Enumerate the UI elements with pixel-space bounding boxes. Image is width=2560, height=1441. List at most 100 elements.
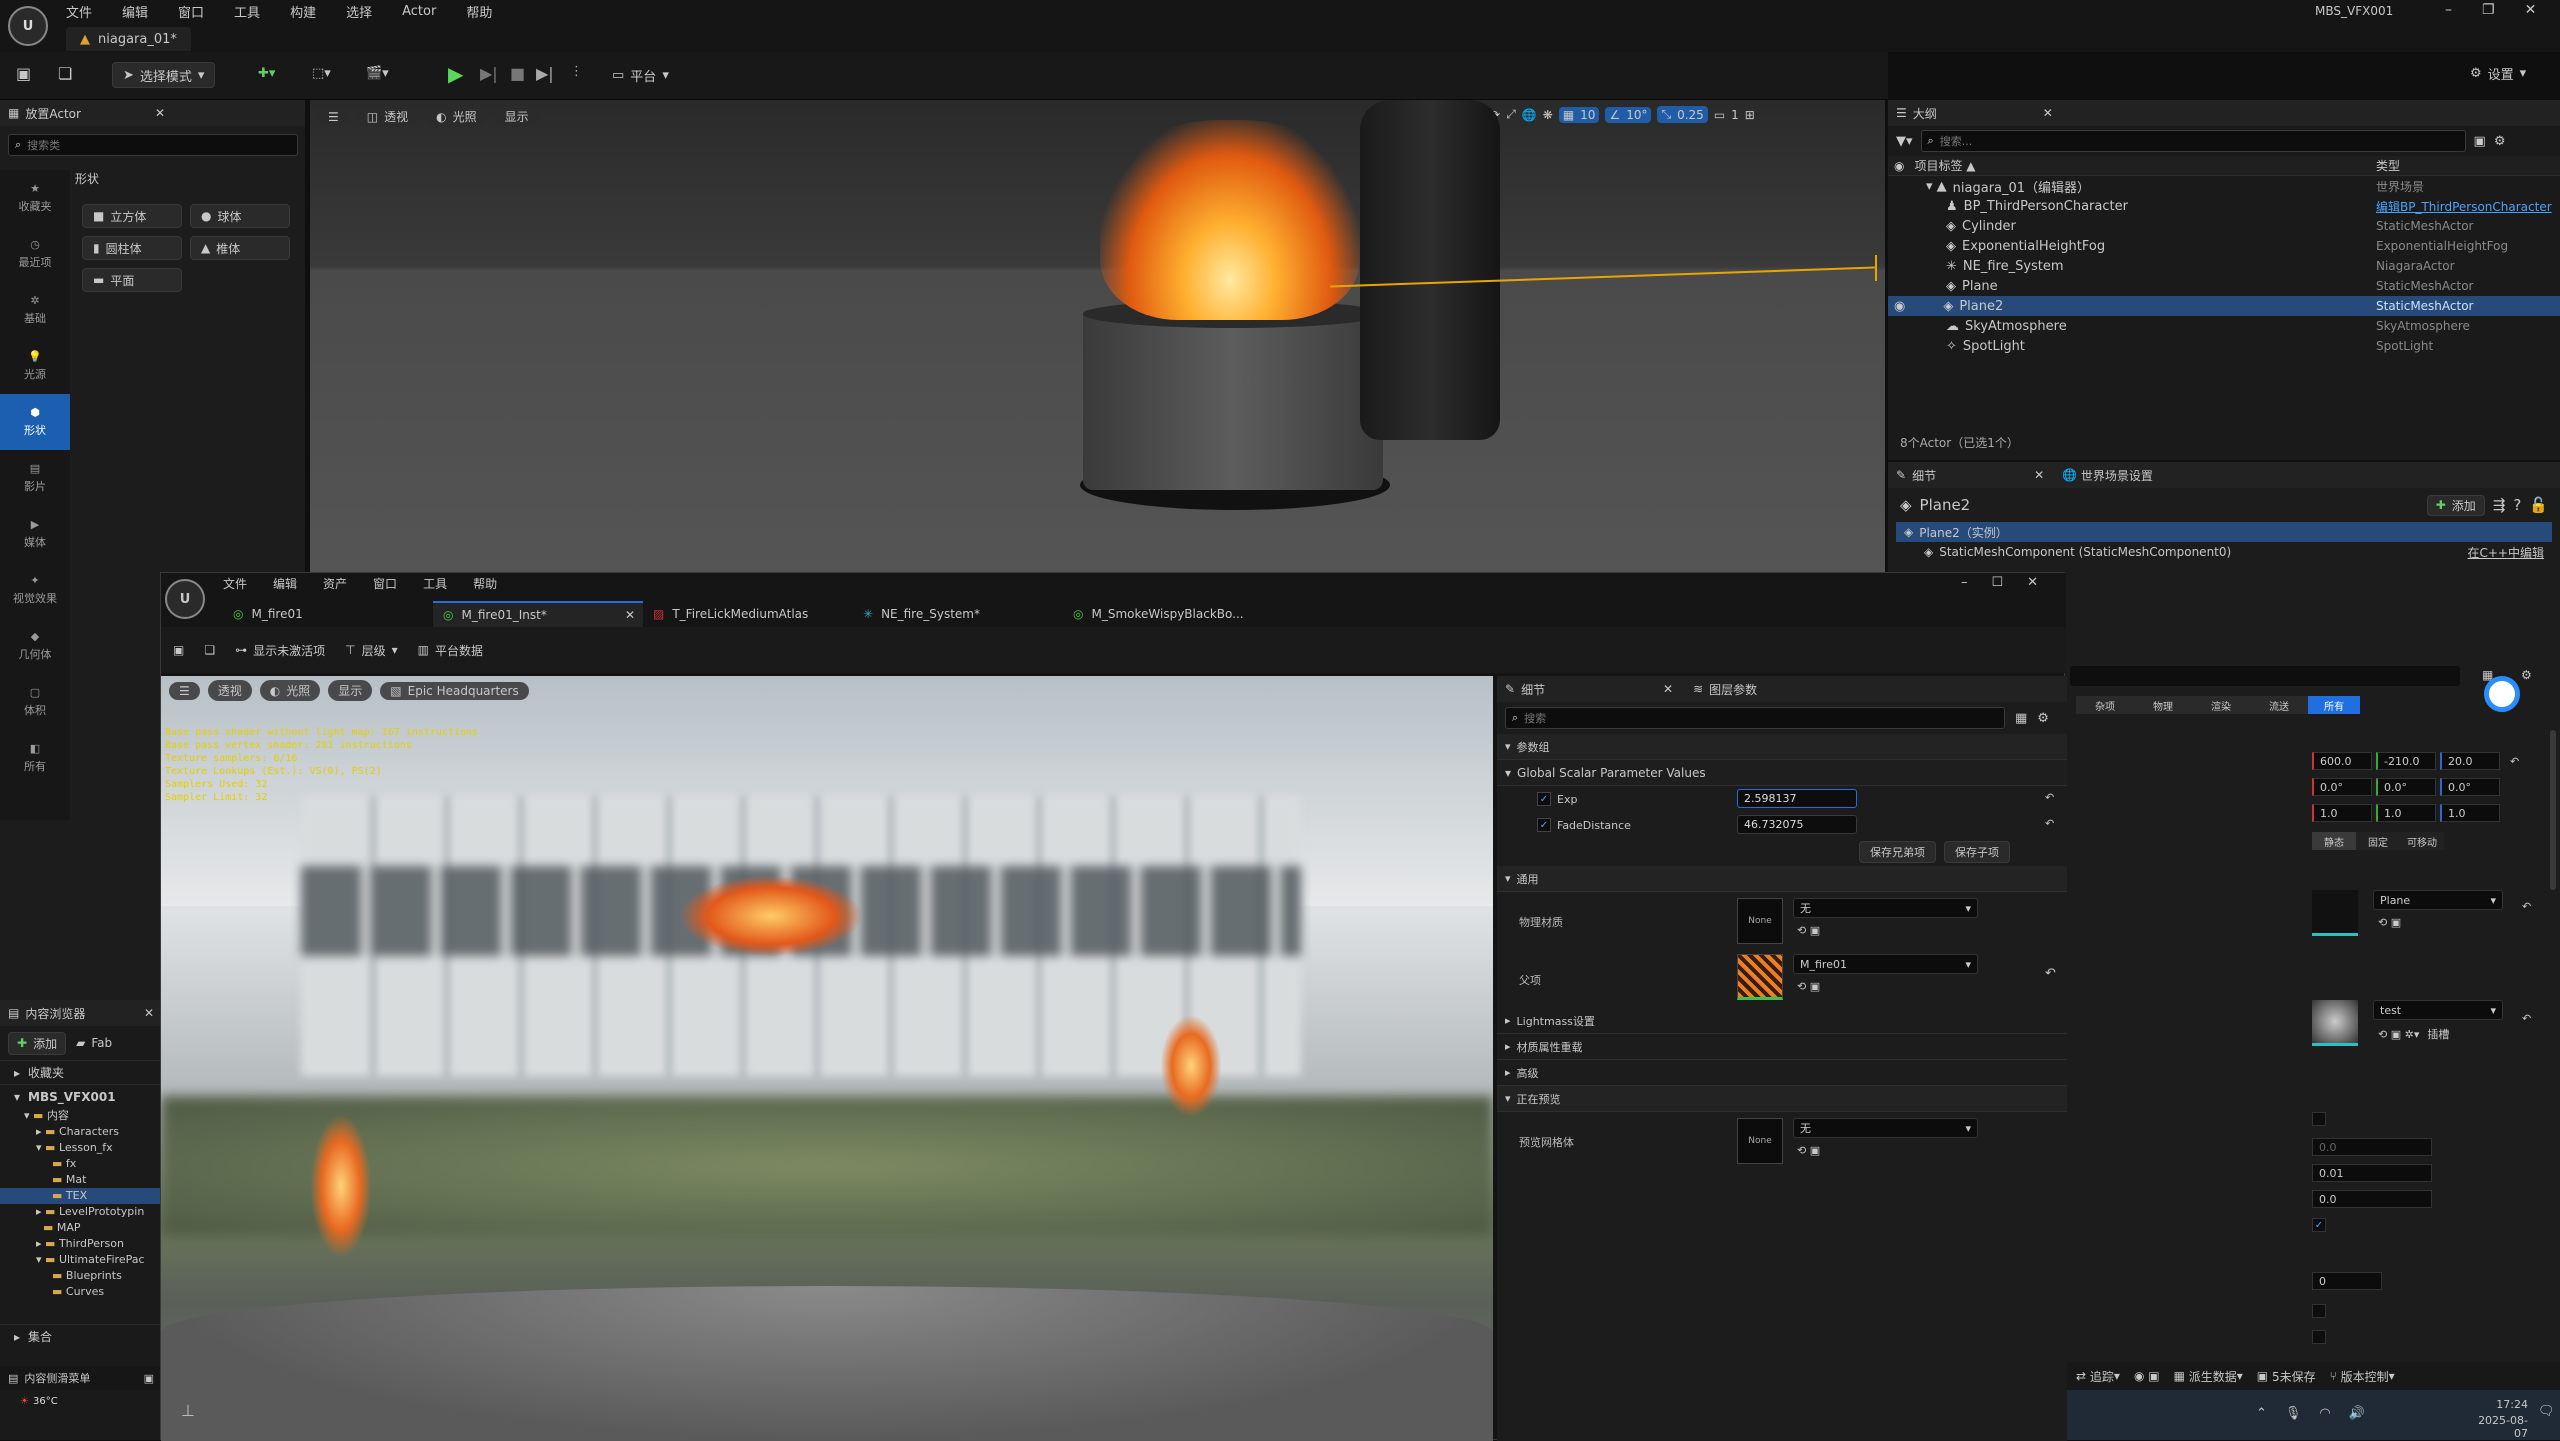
tray-up-icon[interactable]: ⌃ (2256, 1406, 2267, 1421)
nav-all[interactable]: ◧ 所有 (0, 730, 70, 786)
place-actors-tab[interactable]: ▦ 放置Actor ✕ (0, 100, 305, 126)
scale-y[interactable]: 1.0 (2376, 804, 2436, 822)
lit-button[interactable]: ◐ 光照 (259, 680, 321, 701)
browse-asset-icon[interactable]: ⟲ ▣ (2378, 916, 2401, 929)
location-z[interactable]: 20.0 (2440, 752, 2500, 770)
weather-widget[interactable]: ☀ 36°C (20, 1396, 58, 1407)
param-group-section[interactable]: ▾ 参数组 (1497, 734, 2067, 760)
minimize-icon[interactable]: – (2445, 2, 2452, 18)
outliner-row-selected[interactable]: ◉ ◈ Plane2 StaticMeshActor (1888, 296, 2560, 316)
phys-material-dropdown[interactable]: 无 ▾ (1793, 898, 1978, 918)
show-button[interactable]: 显示 (494, 106, 539, 127)
camera-speed-button[interactable]: ▭ 1 (1714, 108, 1739, 122)
preview-mesh-thumbnail[interactable]: None (1737, 1118, 1783, 1164)
reset-icon[interactable]: ↶ (2522, 1012, 2531, 1025)
stop-icon[interactable]: ■ (510, 64, 525, 83)
add-actor-icon[interactable]: ✚▾ (258, 66, 275, 81)
folder-item[interactable]: ▬ Curves (0, 1284, 160, 1300)
filter-icon[interactable]: ▼▾ (1896, 134, 1913, 149)
perspective-button[interactable]: 透视 (207, 680, 252, 701)
material-preview-viewport[interactable]: ☰ 透视 ◐ 光照 显示 ▧ Epic Headquarters Base pass… (161, 676, 1493, 1441)
step-icon[interactable]: ▶| (480, 64, 498, 83)
tab-close-icon[interactable]: ✕ (2034, 468, 2044, 482)
tab-niagara[interactable]: ✳ NE_fire_System* (853, 601, 1063, 627)
blueprint-icon[interactable]: ⬚▾ (312, 66, 331, 81)
checkbox-checked[interactable]: ✓ (1537, 818, 1551, 832)
minimize-icon[interactable]: – (1961, 575, 1968, 590)
outliner-row[interactable]: ◈ ExponentialHeightFog ExponentialHeightFo… (1888, 236, 2560, 256)
nav-recent[interactable]: ◷ 最近项 (0, 226, 70, 282)
mobility-movable[interactable]: 可移动 (2400, 832, 2444, 850)
add-button[interactable]: ✚ 添加 (8, 1031, 67, 1055)
menu-file[interactable]: 文件 (66, 2, 92, 21)
level-viewport[interactable]: ☰ ◫透视 ◐光照 显示 ➤ ✥ ⟳ ⤢ 🌐 ❋ ▦10 ∠10° ⤡0.25 … (310, 100, 1885, 575)
browse-asset-icon[interactable]: ⟲ ▣ (1797, 924, 1820, 937)
dock-icon[interactable]: ▣ (144, 1372, 154, 1385)
cylinder-mesh[interactable] (1083, 310, 1383, 490)
nav-cinematic[interactable]: ▤ 影片 (0, 450, 70, 506)
outliner-row[interactable]: ▾ ▲ niagara_01（编辑器） 世界场景 (1888, 176, 2560, 196)
phys-material-thumbnail[interactable]: None (1737, 898, 1783, 944)
mobility-static[interactable]: 静态 (2312, 832, 2356, 850)
reset-icon[interactable]: ↶ (2045, 791, 2054, 804)
edit-blueprint-link[interactable]: 编辑BP_ThirdPersonCharacter (2376, 198, 2552, 215)
rotation-x[interactable]: 0.0° (2312, 778, 2372, 796)
filter-render[interactable]: 渲染 (2192, 696, 2250, 714)
shape-cylinder[interactable]: ▮ 圆柱体 (82, 236, 182, 260)
reset-icon[interactable]: ↶ (2522, 900, 2531, 913)
instance-row[interactable]: ◈ Plane2（实例） (1896, 522, 2552, 542)
scale-x[interactable]: 1.0 (2312, 804, 2372, 822)
nav-vfx[interactable]: ✦ 视觉效果 (0, 562, 70, 618)
menu-build[interactable]: 构建 (290, 2, 316, 21)
folder-item[interactable]: ▾ ▬ 内容 (0, 1108, 160, 1124)
tab-texture[interactable]: ▨ T_FireLickMediumAtlas (643, 601, 853, 627)
material-thumbnail[interactable] (2312, 1000, 2358, 1046)
menu-help[interactable]: 帮助 (473, 575, 497, 592)
nav-favorites[interactable]: ★ 收藏夹 (0, 170, 70, 226)
scrollbar[interactable] (2550, 730, 2556, 890)
details-tab[interactable]: ✎ 细节 (1896, 467, 1936, 484)
exp-value-input[interactable]: 2.598137 (1737, 789, 1857, 808)
platform-stats-button[interactable]: ▥ 平台数据 (418, 642, 483, 659)
perspective-button[interactable]: ◫ 透视 (356, 106, 419, 127)
world-icon[interactable]: 🌐 (1522, 108, 1537, 122)
static-mesh-dropdown[interactable]: Plane ▾ (2373, 890, 2503, 910)
menu-tools[interactable]: 工具 (423, 575, 447, 592)
layer-params-tab[interactable]: ≋ 图层参数 (1693, 681, 1757, 698)
menu-window[interactable]: 窗口 (178, 2, 204, 21)
favorites-section[interactable]: ▸ 收藏夹 (0, 1060, 160, 1084)
level-tab[interactable]: ▲ niagara_01* (66, 27, 191, 51)
nav-shapes[interactable]: ⬢ 形状 (0, 394, 70, 450)
browse-asset-icon[interactable]: ⟲ ▣ ✲▾ (2378, 1028, 2419, 1041)
shape-plane[interactable]: ▬ 平面 (82, 268, 182, 292)
unreal-logo-icon[interactable]: U (165, 579, 205, 619)
mic-icon[interactable]: 🎙 (2285, 1406, 2302, 1421)
nav-volumes[interactable]: ▢ 体积 (0, 674, 70, 730)
character-legs[interactable] (1360, 100, 1500, 440)
lightmass-section[interactable]: ▸ Lightmass设置 (1497, 1008, 2067, 1034)
wifi-icon[interactable]: ◠ (2319, 1406, 2330, 1421)
outliner-search-input[interactable]: ⌕ 搜索... (1920, 130, 2466, 152)
tab-close-icon[interactable]: ✕ (2043, 106, 2053, 120)
folder-item-selected[interactable]: ▬ TEX (0, 1188, 160, 1204)
lit-button[interactable]: ◐ 光照 (426, 106, 487, 127)
folder-item[interactable]: ▸ ▬ Characters (0, 1124, 160, 1140)
details-tab[interactable]: ✎ 细节 (1505, 681, 1655, 698)
volume-icon[interactable]: 🔊 (2349, 1406, 2365, 1421)
outliner-row[interactable]: ☁ SkyAtmosphere SkyAtmosphere (1888, 316, 2560, 336)
collections-section[interactable]: ▸ 集合 (0, 1324, 160, 1348)
browse-asset-icon[interactable]: ⟲ ▣ (1797, 980, 1820, 993)
tab-close-icon[interactable]: ✕ (155, 106, 165, 120)
settings-gear-icon[interactable]: ⚙ (2037, 711, 2049, 726)
browse-icon[interactable]: ❏ (58, 64, 72, 83)
folder-item[interactable]: ▬ Blueprints (0, 1268, 160, 1284)
select-mode-button[interactable]: ➤ 选择模式 ▾ (112, 62, 216, 88)
preview-scene-button[interactable]: ▧ Epic Headquarters (380, 681, 529, 700)
menu-window[interactable]: 窗口 (373, 575, 397, 592)
folder-item[interactable]: ▾ ▬ UltimateFirePac (0, 1252, 160, 1268)
tab-close-icon[interactable]: ✕ (625, 608, 635, 622)
save-siblings-button[interactable]: 保存兄弟项 (1859, 841, 1936, 863)
outliner-tab[interactable]: ☰ 大纲 ✕ (1888, 100, 2560, 126)
rotation-y[interactable]: 0.0° (2376, 778, 2436, 796)
nav-lights[interactable]: 💡 光源 (0, 338, 70, 394)
